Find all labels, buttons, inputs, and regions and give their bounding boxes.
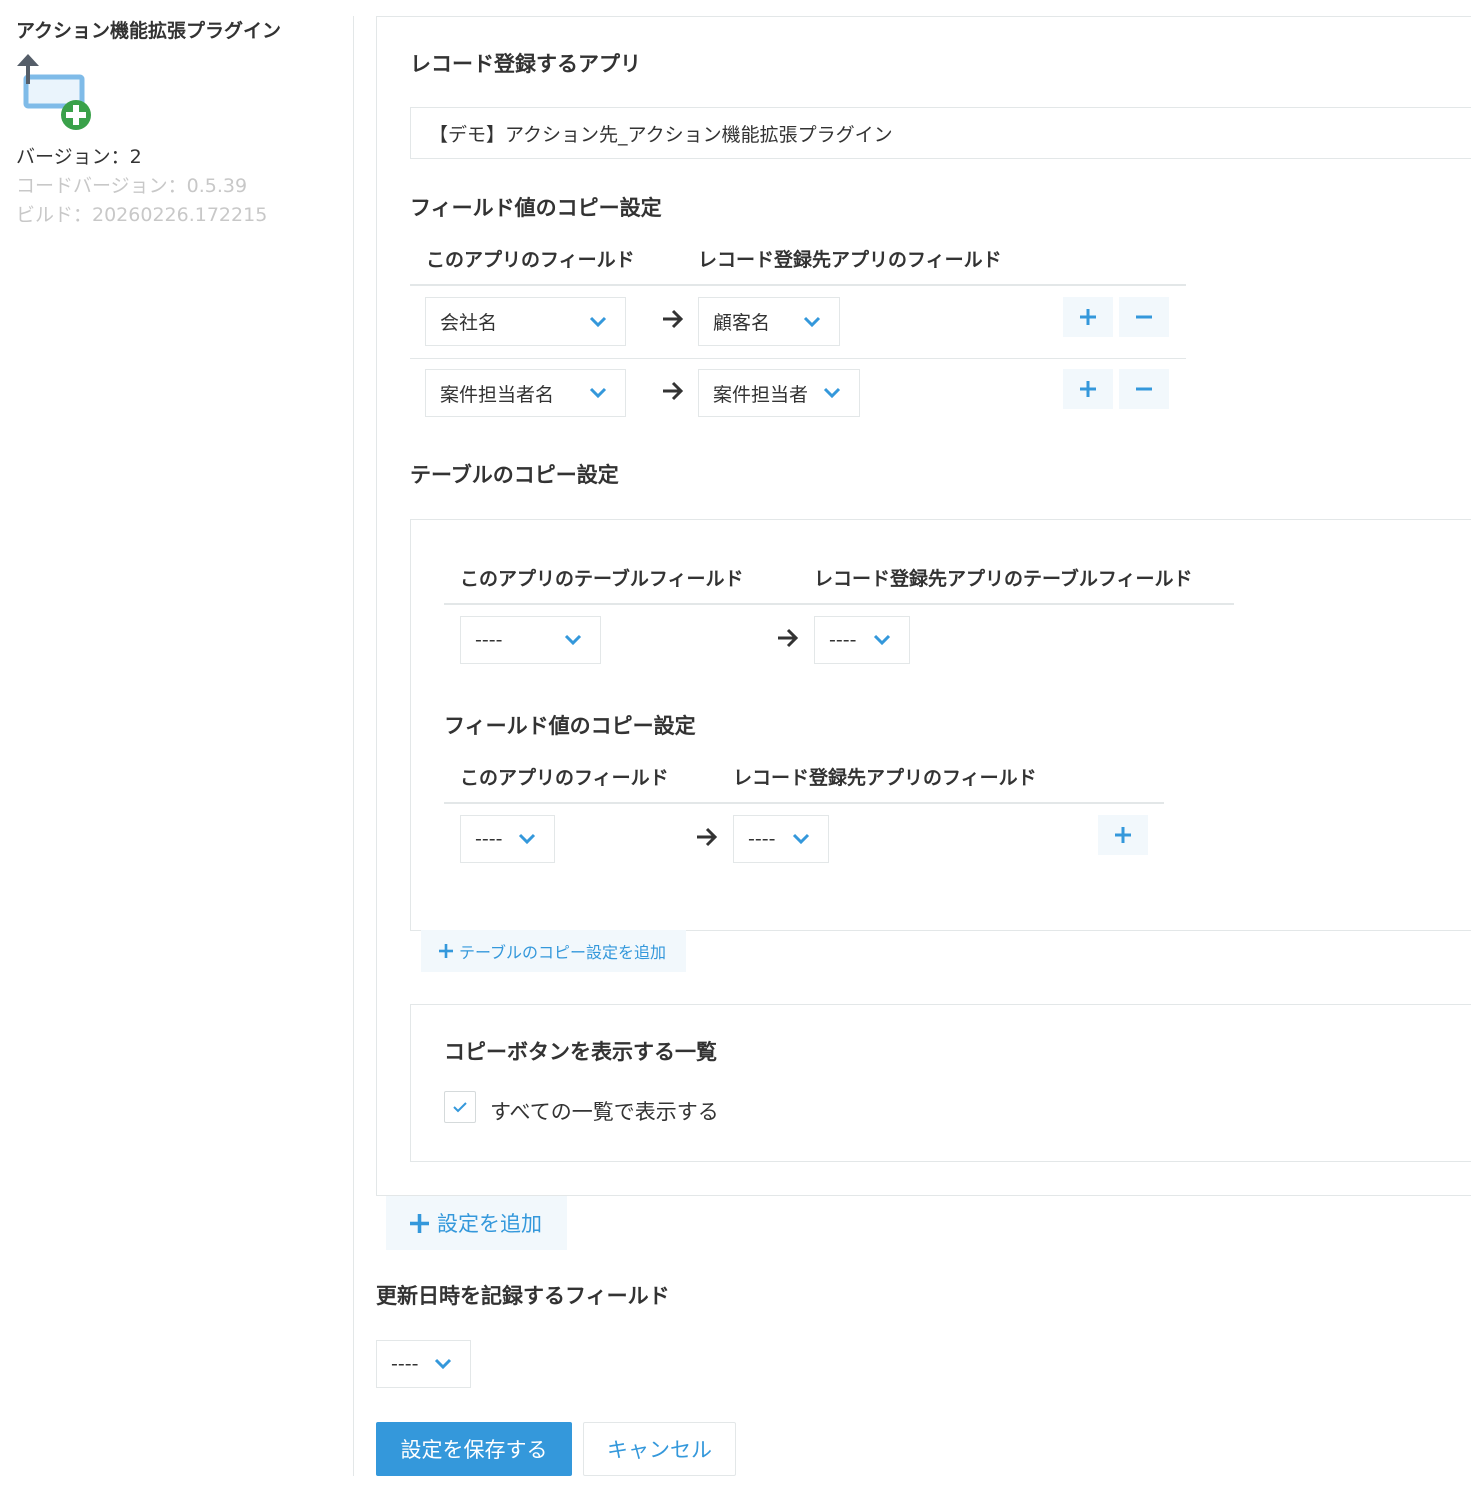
- add-table-copy-label: テーブルのコピー設定を追加: [459, 943, 667, 962]
- arrow-right-icon: [663, 309, 684, 329]
- timestamp-field-select[interactable]: ----: [376, 1340, 471, 1388]
- arrow-right-icon: [663, 381, 684, 401]
- table-copy-title: テーブルのコピー設定: [410, 463, 619, 487]
- timestamp-field-title: 更新日時を記録するフィールド: [376, 1284, 670, 1308]
- field-copy-header-divider: [410, 284, 1186, 286]
- field-copy-source-header: このアプリのフィールド: [426, 249, 635, 271]
- chevron-down-icon: [564, 634, 582, 646]
- source-field-value: 会社名: [440, 312, 498, 334]
- dest-table-header: レコード登録先アプリのテーブルフィールド: [814, 568, 1193, 590]
- source-field-select[interactable]: 案件担当者名: [425, 369, 626, 417]
- chevron-down-icon: [792, 833, 810, 845]
- field-copy-dest-header: レコード登録先アプリのフィールド: [698, 249, 1002, 271]
- table-field-source-header: このアプリのフィールド: [460, 767, 669, 789]
- chevron-down-icon: [589, 316, 607, 327]
- dest-field-value: 案件担当者: [713, 383, 809, 406]
- field-copy-title: フィールド値のコピー設定: [410, 196, 662, 220]
- chevron-down-icon: [823, 387, 841, 399]
- remove-row-button[interactable]: [1119, 369, 1169, 409]
- target-app-title: レコード登録するアプリ: [410, 52, 641, 76]
- chevron-down-icon: [434, 1358, 452, 1370]
- dest-table-value: ----: [829, 629, 857, 651]
- target-app-input[interactable]: 【デモ】アクション先_アクション機能拡張プラグイン: [410, 107, 1471, 159]
- table-header-divider: [444, 603, 1234, 605]
- remove-row-button[interactable]: [1119, 297, 1169, 337]
- views-box: [410, 1004, 1471, 1162]
- plugin-name: アクション機能拡張プラグイン: [16, 20, 282, 42]
- minus-icon: [1136, 387, 1152, 391]
- chevron-down-icon: [803, 316, 821, 327]
- table-dest-field-value: ----: [748, 828, 776, 850]
- dest-field-select[interactable]: 顧客名: [698, 297, 840, 346]
- add-setting-button[interactable]: 設定を追加: [386, 1196, 567, 1250]
- chevron-down-icon: [518, 833, 536, 845]
- record-add-icon: [16, 54, 96, 132]
- plus-icon: [1080, 381, 1096, 397]
- dest-field-value: 顧客名: [713, 312, 771, 334]
- arrow-right-icon: [697, 827, 718, 847]
- plus-icon: [439, 944, 453, 958]
- table-field-header-divider: [444, 802, 1164, 804]
- source-table-value: ----: [475, 629, 503, 651]
- add-table-field-row-button[interactable]: [1098, 815, 1148, 855]
- dest-field-select[interactable]: 案件担当者: [698, 369, 860, 417]
- add-setting-label: 設定を追加: [437, 1212, 542, 1236]
- minus-icon: [1136, 315, 1152, 319]
- source-field-select[interactable]: 会社名: [425, 297, 626, 346]
- all-views-label[interactable]: すべての一覧で表示する: [490, 1096, 719, 1126]
- source-field-value: 案件担当者名: [440, 383, 555, 406]
- chevron-down-icon: [873, 634, 891, 646]
- plugin-version: バージョン：2: [16, 146, 142, 168]
- source-table-header: このアプリのテーブルフィールド: [460, 568, 744, 590]
- views-title: コピーボタンを表示する一覧: [444, 1040, 717, 1064]
- table-field-copy-title: フィールド値のコピー設定: [444, 714, 696, 738]
- table-source-field-value: ----: [475, 828, 503, 850]
- code-version: コードバージョン：0.5.39: [16, 175, 248, 197]
- plus-icon: [1115, 827, 1131, 843]
- all-views-checkbox[interactable]: [444, 1091, 476, 1123]
- table-source-field-select[interactable]: ----: [460, 815, 555, 863]
- table-dest-field-select[interactable]: ----: [733, 815, 829, 863]
- chevron-down-icon: [589, 387, 607, 399]
- row-divider: [410, 358, 1186, 359]
- sidebar-divider: [353, 16, 354, 1476]
- check-icon: [453, 1102, 467, 1113]
- plus-icon: [1080, 309, 1096, 325]
- save-button[interactable]: 設定を保存する: [376, 1422, 572, 1476]
- cancel-button[interactable]: キャンセル: [583, 1422, 736, 1476]
- dest-table-select[interactable]: ----: [814, 616, 910, 664]
- add-table-copy-button[interactable]: テーブルのコピー設定を追加: [421, 930, 686, 972]
- table-field-dest-header: レコード登録先アプリのフィールド: [733, 767, 1037, 789]
- plus-icon: [410, 1213, 429, 1233]
- source-table-select[interactable]: ----: [460, 616, 601, 664]
- build-number: ビルド：20260226.172215: [16, 204, 268, 226]
- add-row-button[interactable]: [1063, 297, 1113, 337]
- arrow-right-icon: [778, 628, 799, 648]
- timestamp-field-value: ----: [391, 1353, 419, 1375]
- add-row-button[interactable]: [1063, 369, 1113, 409]
